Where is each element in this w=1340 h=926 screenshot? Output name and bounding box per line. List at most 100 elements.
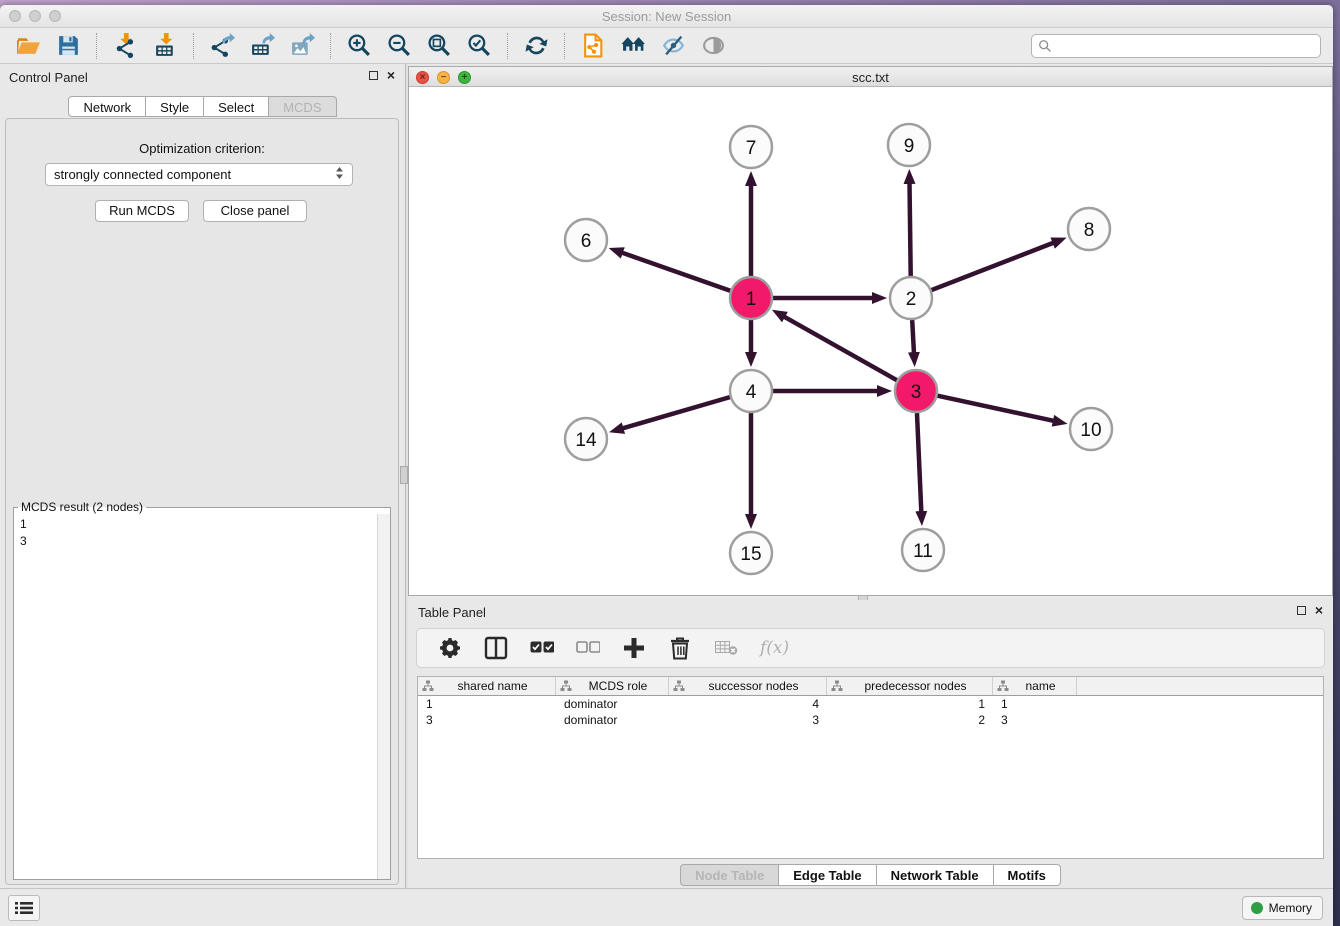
add-column-icon[interactable] [611,633,657,663]
window-titlebar: Session: New Session [0,5,1333,28]
task-list-icon [15,901,33,915]
edge-3-11[interactable] [917,413,921,514]
criterion-select[interactable]: strongly connected component [45,163,353,186]
edge-3-1[interactable] [782,316,896,381]
result-scrollbar[interactable] [377,514,390,879]
home-icon[interactable] [613,31,653,61]
control-panel: Control Panel × NetworkStyleSelectMCDS O… [0,64,405,888]
tab-edge-table[interactable]: Edge Table [779,864,876,886]
task-history-button[interactable] [8,895,40,921]
table-cell[interactable]: 1 [418,696,556,712]
column-header-name[interactable]: name [993,677,1077,695]
tab-select[interactable]: Select [204,96,269,117]
graph-node-15[interactable]: 15 [730,532,772,574]
preview-eye-icon[interactable] [693,31,733,61]
network-file-icon[interactable] [573,31,613,61]
table-cell[interactable]: 3 [669,712,827,728]
edge-1-6[interactable] [620,252,730,291]
split-columns-icon[interactable] [473,633,519,663]
tab-style[interactable]: Style [146,96,204,117]
table-cell[interactable]: 1 [827,696,993,712]
table-float-panel-icon[interactable] [1297,606,1306,615]
graph-node-4[interactable]: 4 [730,370,772,412]
network-window-titlebar[interactable]: × − + scc.txt [409,67,1332,87]
graph-node-1[interactable]: 1 [730,277,772,319]
graph-node-2[interactable]: 2 [890,277,932,319]
zoom-fit-icon[interactable] [419,31,459,61]
select-all-icon[interactable] [519,633,565,663]
splitter-handle[interactable] [400,466,408,484]
hide-style-icon[interactable] [653,31,693,61]
network-title: scc.txt [409,70,1332,85]
column-header-predecessor-nodes[interactable]: predecessor nodes [827,677,993,695]
column-header-successor-nodes[interactable]: successor nodes [669,677,827,695]
mcds-result-title: MCDS result (2 nodes) [18,500,146,514]
table-close-panel-icon[interactable]: × [1315,605,1323,615]
close-panel-icon[interactable]: × [387,70,395,80]
delete-table-icon[interactable] [703,633,749,663]
graph-node-7[interactable]: 7 [730,126,772,168]
import-network-icon[interactable] [105,31,145,61]
table-cell[interactable]: 1 [993,696,1077,712]
search-box[interactable] [1031,34,1321,58]
table-cell[interactable]: dominator [556,712,669,728]
svg-text:14: 14 [575,430,597,451]
graph-node-14[interactable]: 14 [565,418,607,460]
run-mcds-button[interactable]: Run MCDS [95,200,189,222]
table-cell[interactable]: dominator [556,696,669,712]
edge-3-10[interactable] [937,396,1055,422]
edge-2-3[interactable] [912,320,914,355]
main-toolbar [0,28,1333,64]
tab-network[interactable]: Network [68,96,146,117]
tab-network-table[interactable]: Network Table [877,864,994,886]
zoom-in-icon[interactable] [339,31,379,61]
float-panel-icon[interactable] [369,71,378,80]
edge-2-8[interactable] [932,242,1056,290]
graph-node-11[interactable]: 11 [902,529,944,571]
mcds-tab-content: Optimization criterion: strongly connect… [5,118,399,885]
table-cell[interactable]: 3 [993,712,1077,728]
search-input[interactable] [1056,39,1314,53]
export-network-icon[interactable] [202,31,242,61]
save-session-icon[interactable] [48,31,88,61]
graph-node-3[interactable]: 3 [895,370,937,412]
table-header-row: shared nameMCDS rolesuccessor nodesprede… [418,677,1323,696]
graph-node-6[interactable]: 6 [565,219,607,261]
column-header-MCDS-role[interactable]: MCDS role [556,677,669,695]
tab-mcds[interactable]: MCDS [269,96,336,117]
table-row[interactable]: 3dominator323 [418,712,1323,728]
gear-icon[interactable] [427,633,473,663]
edge-2-9[interactable] [909,181,910,276]
apply-layout-icon[interactable] [516,31,556,61]
table-row[interactable]: 1dominator411 [418,696,1323,712]
svg-text:11: 11 [913,541,933,562]
network-canvas[interactable]: 1 2 3 4 6 7 8 9 10 11 14 15 [409,87,1332,595]
memory-button[interactable]: Memory [1242,896,1323,920]
table-cell[interactable]: 2 [827,712,993,728]
graph-node-9[interactable]: 9 [888,124,930,166]
deselect-all-icon[interactable] [565,633,611,663]
toolbar-separator [96,33,97,59]
memory-label: Memory [1269,901,1312,915]
session-title: Session: New Session [0,9,1333,24]
graph-node-8[interactable]: 8 [1068,208,1110,250]
export-image-icon[interactable] [282,31,322,61]
zoom-out-icon[interactable] [379,31,419,61]
open-file-icon[interactable] [8,31,48,61]
column-header-shared-name[interactable]: shared name [418,677,556,695]
zoom-selected-icon[interactable] [459,31,499,61]
mcds-result-box: MCDS result (2 nodes) 1 3 [13,500,391,880]
toolbar-separator [330,33,331,59]
control-panel-tabs: NetworkStyleSelectMCDS [0,96,405,117]
table-cell[interactable]: 3 [418,712,556,728]
import-table-icon[interactable] [145,31,185,61]
tab-node-table[interactable]: Node Table [680,864,779,886]
delete-icon[interactable] [657,633,703,663]
table-cell[interactable]: 4 [669,696,827,712]
tab-motifs[interactable]: Motifs [994,864,1061,886]
function-builder-icon[interactable]: f(x) [749,633,800,663]
export-table-icon[interactable] [242,31,282,61]
edge-4-14[interactable] [621,397,730,429]
close-panel-button[interactable]: Close panel [203,200,307,222]
graph-node-10[interactable]: 10 [1070,408,1112,450]
